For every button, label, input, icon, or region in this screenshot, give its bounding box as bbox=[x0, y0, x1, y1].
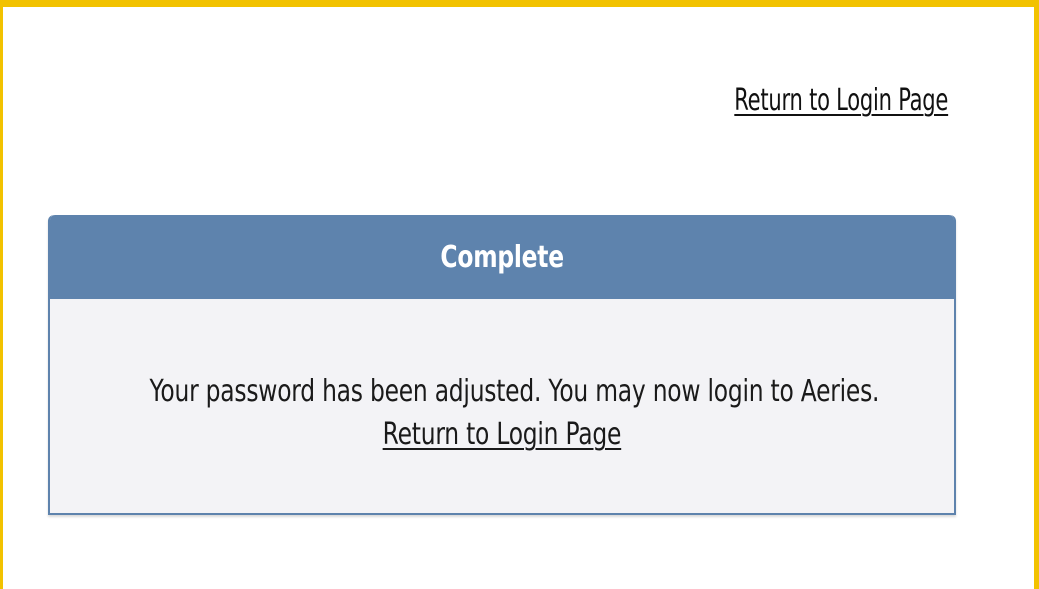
page-frame: Return to Login Page Complete Your passw… bbox=[0, 0, 1039, 589]
panel-title: Complete bbox=[440, 239, 564, 275]
panel-header: Complete bbox=[50, 215, 954, 299]
return-to-login-link-top[interactable]: Return to Login Page bbox=[734, 83, 948, 118]
complete-panel: Complete Your password has been adjusted… bbox=[48, 215, 956, 515]
return-to-login-link[interactable]: Return to Login Page bbox=[383, 417, 622, 452]
panel-body: Your password has been adjusted. You may… bbox=[50, 299, 954, 452]
confirmation-message: Your password has been adjusted. You may… bbox=[149, 374, 880, 409]
